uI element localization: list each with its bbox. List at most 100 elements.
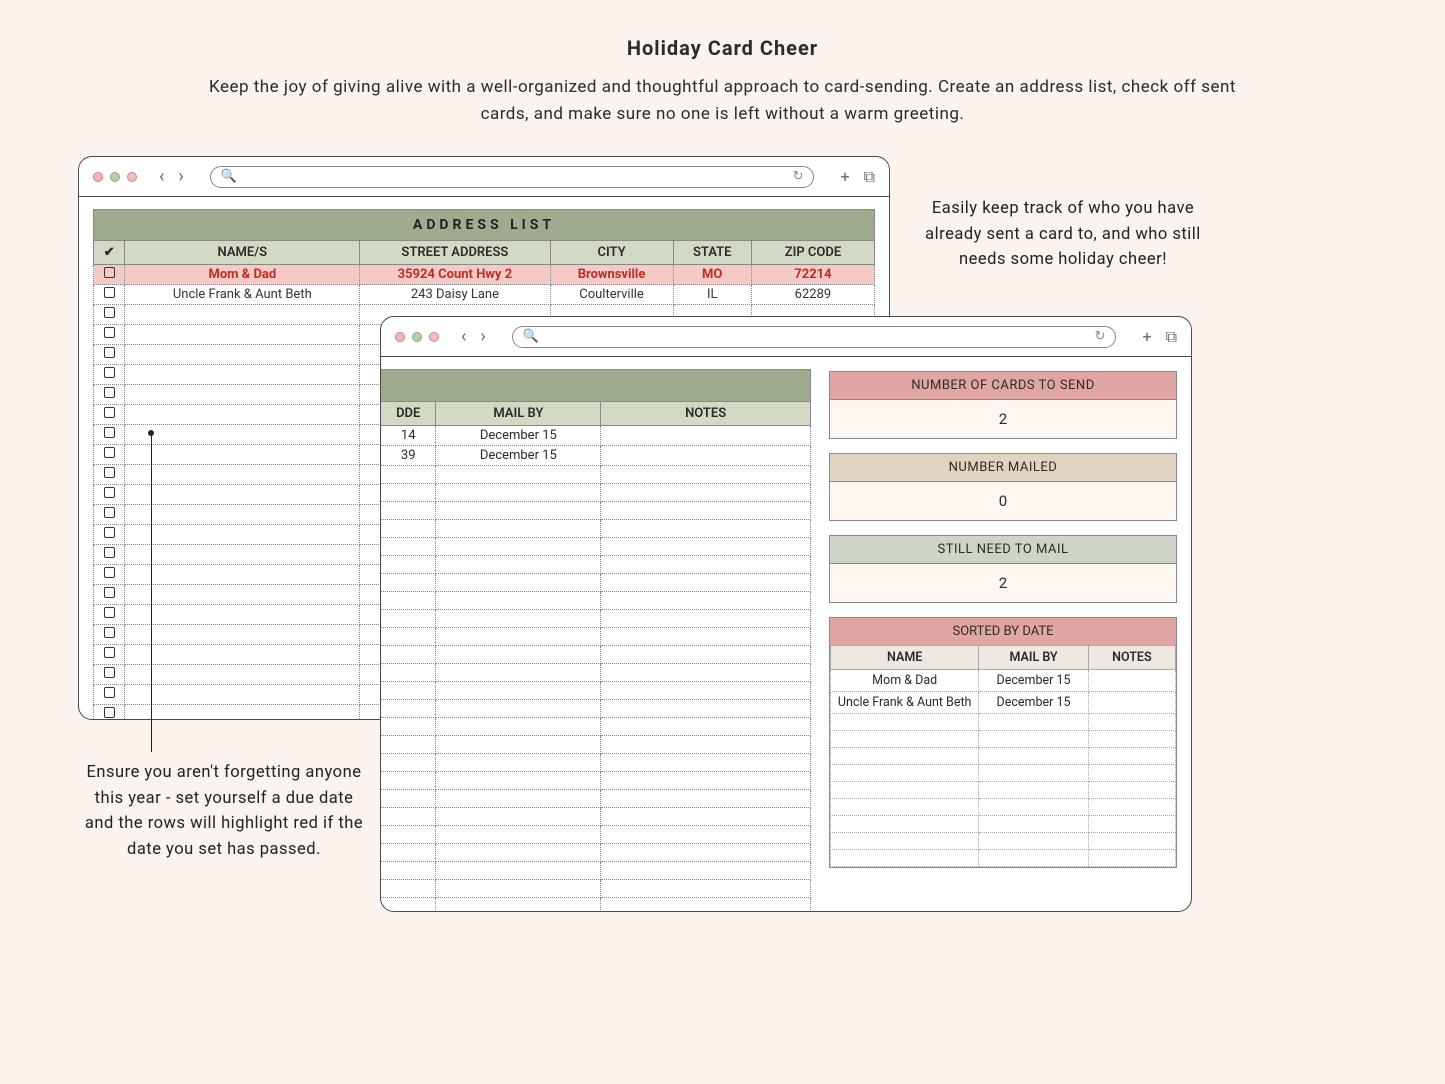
cell[interactable] [381,700,436,718]
new-tab-icon[interactable]: + [1142,327,1151,347]
cell[interactable]: 14 [381,426,436,446]
cell[interactable] [436,538,601,556]
cell[interactable] [381,826,436,844]
cell[interactable] [1088,782,1175,799]
cell[interactable]: December 15 [436,446,601,466]
cell[interactable] [381,862,436,880]
cell[interactable]: 62289 [751,285,874,305]
table-row[interactable] [381,502,811,520]
cell[interactable] [94,445,125,465]
cell[interactable] [125,485,360,505]
cell[interactable] [601,484,811,502]
checkbox[interactable] [104,527,115,538]
zoom-dot[interactable] [429,332,439,342]
cell[interactable]: 39 [381,446,436,466]
cell[interactable] [436,520,601,538]
checkbox[interactable] [104,487,115,498]
cell[interactable] [381,646,436,664]
cell[interactable] [381,628,436,646]
cell[interactable] [436,736,601,754]
checkbox[interactable] [104,407,115,418]
cell[interactable] [94,425,125,445]
cell[interactable] [979,765,1088,782]
cell[interactable] [381,466,436,484]
cell[interactable] [979,714,1088,731]
cell[interactable]: Mom & Dad [125,265,360,285]
cell[interactable] [381,520,436,538]
reload-icon[interactable]: ↻ [1095,329,1106,344]
cell[interactable] [979,816,1088,833]
table-row[interactable] [381,556,811,574]
cell[interactable] [125,545,360,565]
cell[interactable] [94,385,125,405]
table-row[interactable] [831,765,1176,782]
checkbox[interactable] [104,367,115,378]
table-row[interactable] [831,714,1176,731]
cell[interactable] [436,502,601,520]
cell[interactable] [125,585,360,605]
reload-icon[interactable]: ↻ [793,169,804,184]
table-row[interactable] [381,736,811,754]
cell[interactable] [125,405,360,425]
cell[interactable] [94,645,125,665]
table-row[interactable]: 39December 15 [381,446,811,466]
cell[interactable] [381,538,436,556]
close-dot[interactable] [395,332,405,342]
cell[interactable] [381,736,436,754]
table-row[interactable] [381,574,811,592]
cell[interactable] [831,782,979,799]
cell[interactable] [436,844,601,862]
cell[interactable] [601,898,811,913]
cell[interactable] [125,565,360,585]
table-row[interactable] [831,799,1176,816]
cell[interactable]: 35924 Count Hwy 2 [360,265,550,285]
cell[interactable] [381,772,436,790]
cell[interactable] [94,605,125,625]
table-row[interactable] [381,772,811,790]
cell[interactable] [125,645,360,665]
cell[interactable] [601,844,811,862]
tabs-icon[interactable]: ⧉ [864,167,875,187]
checkbox[interactable] [104,267,115,278]
cell[interactable] [601,610,811,628]
cell[interactable]: Coulterville [550,285,673,305]
table-row[interactable] [381,520,811,538]
cell[interactable] [381,682,436,700]
cell[interactable] [601,466,811,484]
cell[interactable] [381,484,436,502]
back-icon[interactable]: ‹ [159,166,164,187]
table-row[interactable] [831,850,1176,867]
cell[interactable]: December 15 [436,426,601,446]
cell[interactable] [125,465,360,485]
cell[interactable] [979,731,1088,748]
cell[interactable]: Mom & Dad [831,670,979,692]
cell[interactable] [381,898,436,913]
cell[interactable] [831,731,979,748]
cell[interactable] [94,565,125,585]
cell[interactable] [979,748,1088,765]
cell[interactable] [381,502,436,520]
checkbox[interactable] [104,667,115,678]
cell[interactable] [601,700,811,718]
address-bar[interactable]: 🔍 ↻ [512,326,1117,348]
cell[interactable] [436,790,601,808]
checkbox[interactable] [104,427,115,438]
table-row[interactable] [381,718,811,736]
cell[interactable] [436,826,601,844]
cell[interactable] [1088,833,1175,850]
table-row[interactable] [831,782,1176,799]
cell[interactable] [125,705,360,721]
cell[interactable] [436,664,601,682]
cell[interactable] [436,574,601,592]
cell[interactable]: 72214 [751,265,874,285]
zoom-dot[interactable] [127,172,137,182]
cell[interactable] [436,484,601,502]
checkbox[interactable] [104,307,115,318]
cell[interactable] [436,898,601,913]
cell[interactable]: Brownsville [550,265,673,285]
cell[interactable] [381,574,436,592]
cell[interactable] [601,754,811,772]
cell[interactable] [125,525,360,545]
checkbox[interactable] [104,327,115,338]
checkbox[interactable] [104,287,115,298]
